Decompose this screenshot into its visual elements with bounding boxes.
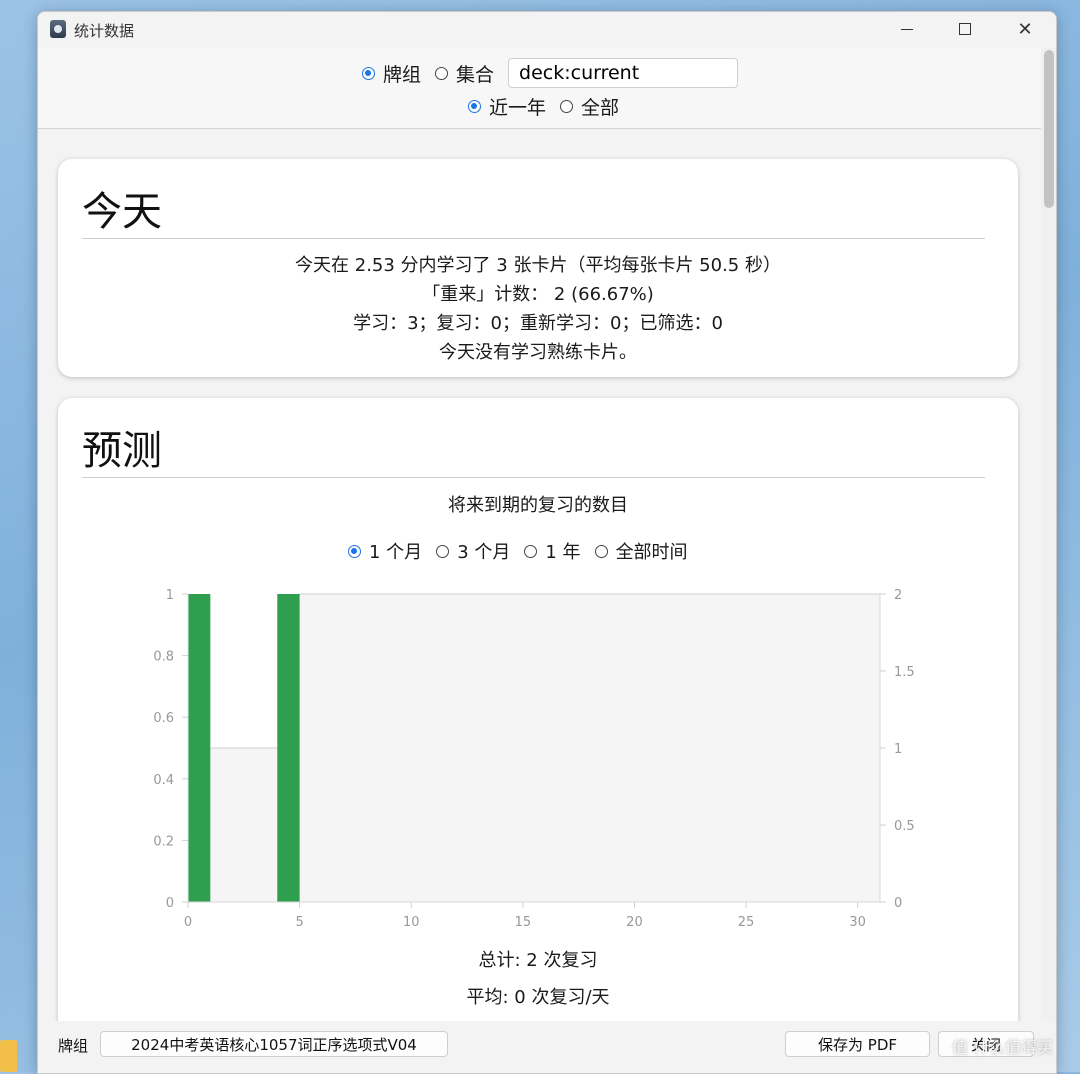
y2-tick-label: 2 xyxy=(894,588,902,603)
x-tick-label: 20 xyxy=(626,915,643,930)
y-tick-label: 0 xyxy=(166,896,174,911)
scope-deck-label: 牌组 xyxy=(383,63,422,86)
close-window-button[interactable]: ✕ xyxy=(1002,12,1048,46)
title-bar: 统计数据 ✕ xyxy=(38,12,1056,48)
forecast-total: 总计: 2 次复习 xyxy=(478,950,598,971)
radio-unchecked-icon xyxy=(594,544,608,558)
radio-unchecked-icon xyxy=(560,100,574,113)
maximize-icon xyxy=(959,23,971,35)
forecast-range-1y-label: 1 年 xyxy=(545,542,581,563)
forecast-subtitle: 将来到期的复习的数目 xyxy=(448,495,628,516)
forecast-range-all-label: 全部时间 xyxy=(615,542,688,563)
today-divider xyxy=(82,238,985,239)
today-again-count: 「重来」计数： 2 (66.67%) xyxy=(422,284,654,305)
window-title: 统计数据 xyxy=(74,22,135,40)
radio-unchecked-icon xyxy=(436,544,450,558)
today-breakdown: 学习：3；复习：0；重新学习：0；已筛选：0 xyxy=(353,313,723,334)
x-tick-label: 10 xyxy=(403,915,420,930)
scope-collection-label: 集合 xyxy=(456,63,495,86)
forecast-range-3m-radio[interactable]: 3 个月 xyxy=(436,538,510,564)
range-all-radio[interactable]: 全部 xyxy=(560,93,619,120)
desktop-sticky-note xyxy=(0,1040,17,1072)
today-mature: 今天没有学习熟练卡片。 xyxy=(439,342,637,363)
y-tick-label: 0.6 xyxy=(153,711,174,726)
minimize-button[interactable] xyxy=(884,12,930,46)
stats-window: 统计数据 ✕ 牌组 集合 近一年 全部 xyxy=(37,11,1057,1074)
forecast-bar xyxy=(277,594,300,902)
x-tick-label: 25 xyxy=(738,915,755,930)
stats-content: 今天 今天在 2.53 分内学习了 3 张卡片（平均每张卡片 50.5 秒） 「… xyxy=(38,129,1041,1021)
radio-checked-icon xyxy=(362,66,375,80)
search-input[interactable] xyxy=(508,58,739,88)
forecast-card: 预测 将来到期的复习的数目 1 个月 3 个月 1 年 全部时间 0 5 10 … xyxy=(58,398,1018,1021)
y2-tick-label: 0 xyxy=(894,896,902,911)
today-summary: 今天在 2.53 分内学习了 3 张卡片（平均每张卡片 50.5 秒） xyxy=(295,255,781,276)
range-row: 近一年 全部 xyxy=(468,93,633,120)
scope-deck-radio[interactable]: 牌组 xyxy=(362,60,421,87)
range-year-radio[interactable]: 近一年 xyxy=(468,93,546,120)
radio-unchecked-icon xyxy=(435,66,449,80)
y-tick-label: 0.8 xyxy=(153,650,174,665)
scrollbar-thumb[interactable] xyxy=(1044,50,1054,208)
forecast-range-1y-radio[interactable]: 1 年 xyxy=(524,538,581,564)
save-pdf-button[interactable]: 保存为 PDF xyxy=(785,1031,930,1057)
y2-tick-label: 1.5 xyxy=(894,665,915,680)
vertical-scrollbar[interactable] xyxy=(1041,48,1056,1021)
y2-tick-label: 1 xyxy=(894,742,902,757)
close-icon: ✕ xyxy=(1017,18,1033,40)
x-tick-label: 5 xyxy=(295,915,303,930)
radio-checked-icon xyxy=(468,100,481,113)
y2-tick-label: 0.5 xyxy=(894,819,915,834)
scope-row: 牌组 集合 xyxy=(362,58,739,88)
x-tick-label: 30 xyxy=(849,915,866,930)
radio-checked-icon xyxy=(348,544,361,558)
forecast-range-1m-label: 1 个月 xyxy=(369,542,423,563)
forecast-range-row: 1 个月 3 个月 1 年 全部时间 xyxy=(348,538,702,564)
filter-bar: 牌组 集合 近一年 全部 xyxy=(38,48,1041,129)
app-icon xyxy=(50,20,66,38)
x-tick-label: 15 xyxy=(515,915,532,930)
forecast-chart: 0 5 10 15 20 25 3000.20.40.60.8100.511.52 xyxy=(153,588,915,930)
minimize-icon xyxy=(901,28,913,30)
y-tick-label: 1 xyxy=(166,588,174,603)
range-all-label: 全部 xyxy=(581,97,620,119)
y-tick-label: 0.4 xyxy=(153,773,174,788)
forecast-range-all-radio[interactable]: 全部时间 xyxy=(594,538,688,564)
deck-label: 牌组 xyxy=(58,1037,89,1055)
forecast-range-1m-radio[interactable]: 1 个月 xyxy=(348,538,422,564)
forecast-range-3m-label: 3 个月 xyxy=(457,542,511,563)
forecast-average: 平均: 0 次复习/天 xyxy=(466,987,610,1008)
radio-unchecked-icon xyxy=(524,544,538,558)
today-card: 今天 今天在 2.53 分内学习了 3 张卡片（平均每张卡片 50.5 秒） 「… xyxy=(58,159,1018,377)
range-year-label: 近一年 xyxy=(489,97,547,119)
bottom-bar: 牌组 2024中考英语核心1057词正序选项式V04 保存为 PDF 关闭 xyxy=(38,1021,1056,1073)
today-title: 今天 xyxy=(82,189,162,235)
maximize-button[interactable] xyxy=(942,12,988,46)
forecast-divider xyxy=(82,477,985,478)
scope-collection-radio[interactable]: 集合 xyxy=(435,60,494,87)
deck-selector-button[interactable]: 2024中考英语核心1057词正序选项式V04 xyxy=(100,1031,448,1057)
x-tick-label: 0 xyxy=(184,915,192,930)
forecast-bar xyxy=(188,594,211,902)
forecast-title: 预测 xyxy=(82,428,162,474)
watermark: 值 什么值得买 xyxy=(952,1038,1054,1057)
y-tick-label: 0.2 xyxy=(153,834,174,849)
